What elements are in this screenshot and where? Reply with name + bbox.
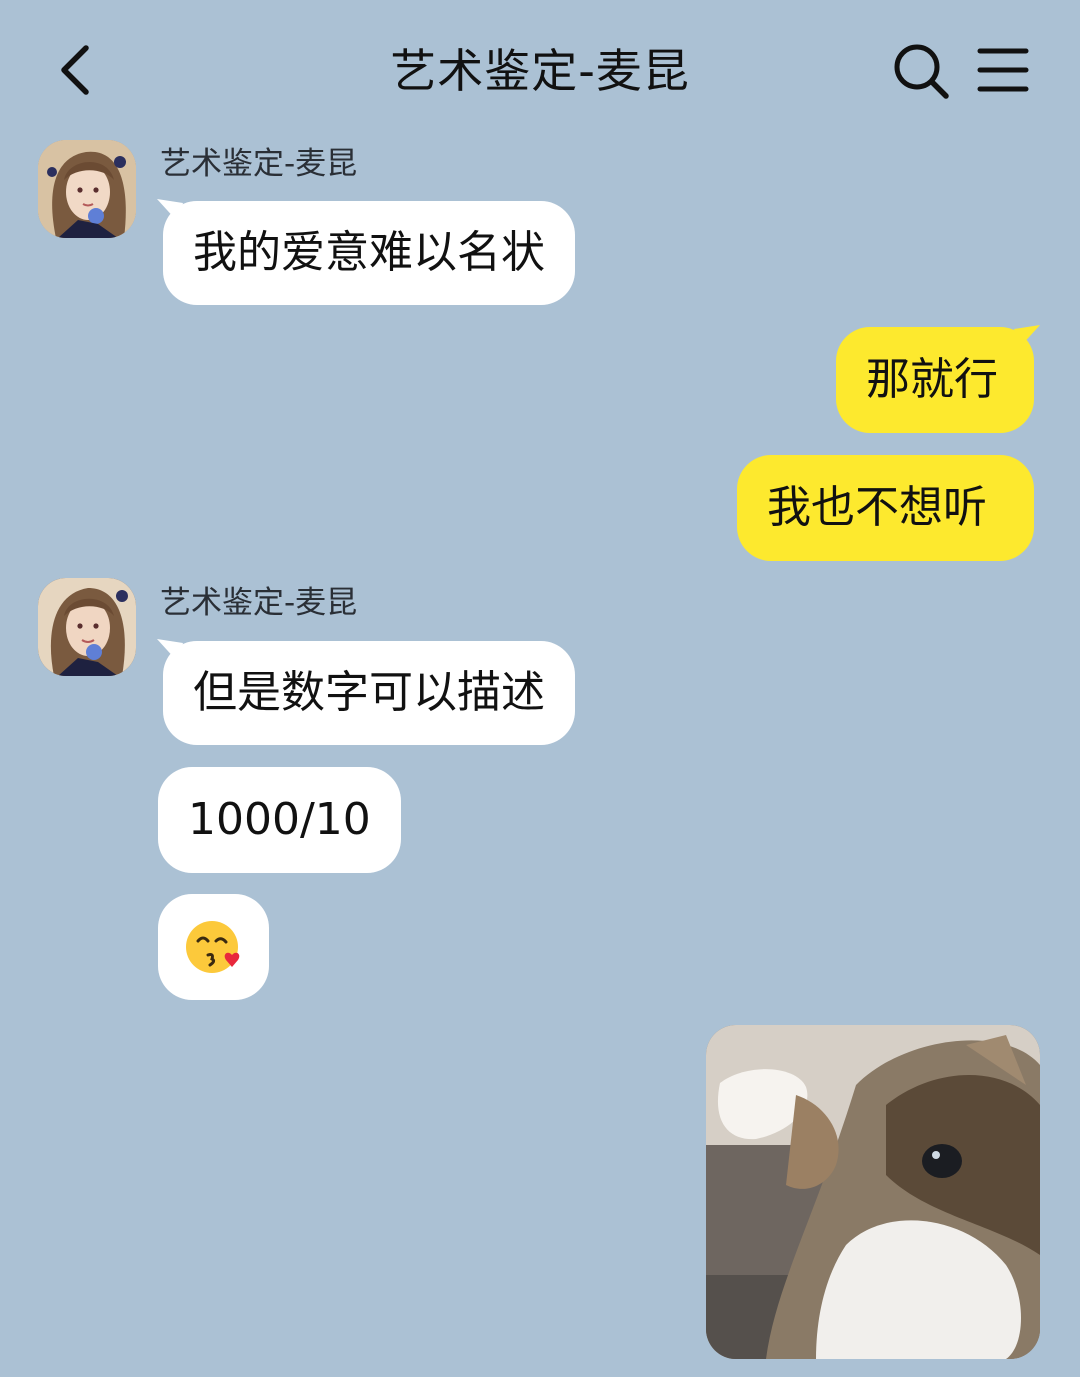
- search-button[interactable]: [888, 38, 954, 104]
- search-icon: [894, 44, 949, 99]
- sender-avatar[interactable]: [38, 578, 136, 676]
- avatar-portrait-icon: [38, 578, 136, 676]
- bubble-tail: [157, 199, 183, 221]
- avatar-portrait-icon: [38, 140, 136, 238]
- incoming-message-bubble[interactable]: 我的爱意难以名状: [157, 199, 575, 305]
- message-text: 那就行: [866, 354, 998, 405]
- menu-icon: [977, 48, 1029, 92]
- sender-name: 艺术鉴定-麦昆: [160, 146, 358, 182]
- bubble-tail: [157, 639, 183, 661]
- outgoing-image-message[interactable]: [706, 1025, 1040, 1359]
- outgoing-message-bubble[interactable]: 那就行: [836, 325, 1040, 433]
- message-text: 我也不想听: [767, 482, 987, 533]
- incoming-message-bubble[interactable]: 但是数字可以描述: [157, 639, 575, 745]
- outgoing-message-bubble[interactable]: 我也不想听: [737, 455, 1034, 561]
- chat-screen: 艺术鉴定-麦昆 艺术鉴定-麦昆 我的爱意难以名状 那就行 我也不想听 艺术鉴定-…: [0, 0, 1080, 1377]
- chat-header: 艺术鉴定-麦昆: [0, 0, 1080, 140]
- message-text: 1000/10: [188, 794, 371, 845]
- bubble-tail: [1014, 325, 1040, 347]
- message-text: 我的爱意难以名状: [193, 227, 545, 278]
- incoming-emoji-bubble[interactable]: [158, 894, 269, 1000]
- kissing-face-emoji-icon: [185, 921, 239, 973]
- cat-photo-icon: [706, 1025, 1040, 1359]
- sender-name: 艺术鉴定-麦昆: [160, 585, 358, 621]
- message-text: 但是数字可以描述: [193, 667, 545, 718]
- menu-button[interactable]: [970, 38, 1036, 104]
- incoming-message-bubble[interactable]: 1000/10: [158, 767, 401, 873]
- sender-avatar[interactable]: [38, 140, 136, 238]
